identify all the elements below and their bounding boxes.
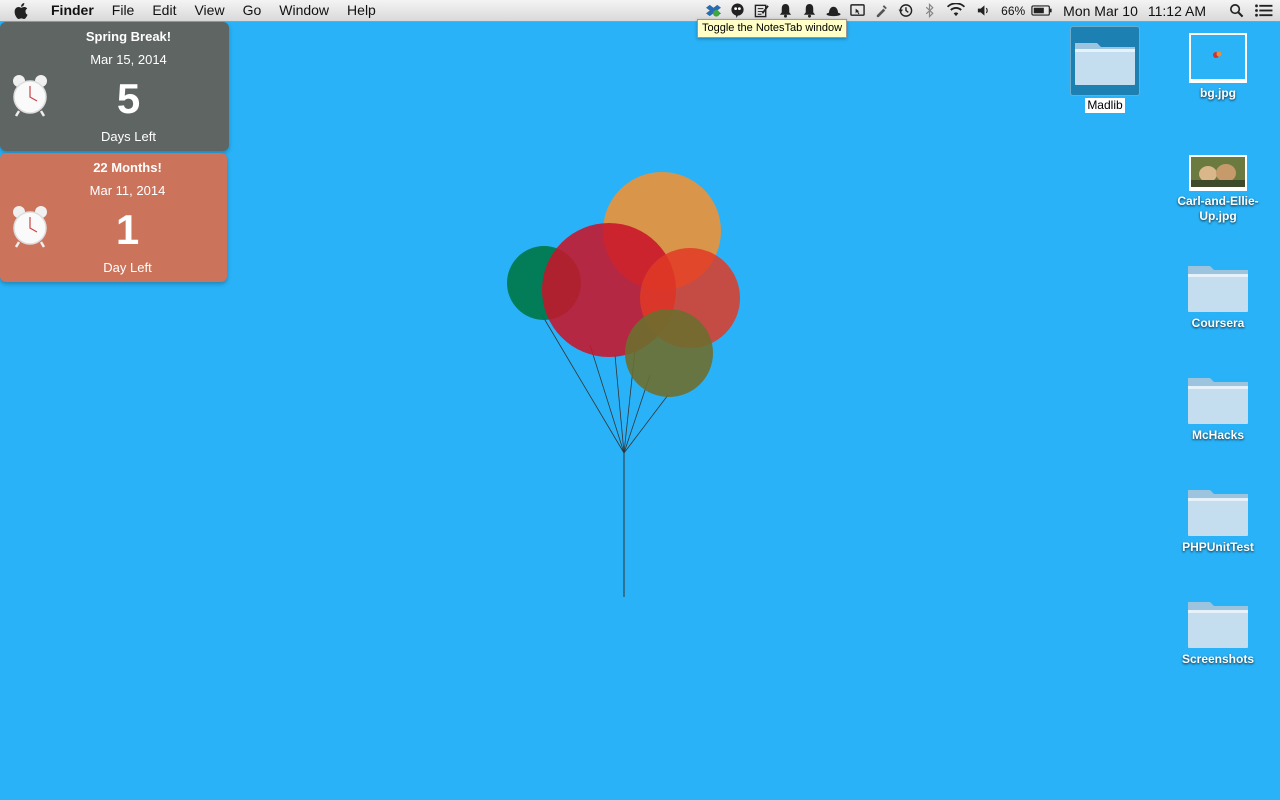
- folder-icon: [1188, 490, 1248, 536]
- image-file-icon: [1189, 155, 1247, 191]
- volume-icon[interactable]: [971, 0, 995, 21]
- desktop-icon-madlib[interactable]: Madlib: [1050, 26, 1160, 114]
- wifi-icon[interactable]: [941, 0, 971, 21]
- menu-edit[interactable]: Edit: [143, 0, 185, 21]
- widget-label: Days Left: [101, 129, 156, 144]
- widget-date: Mar 11, 2014: [89, 183, 166, 198]
- image-file-icon: [1189, 33, 1247, 83]
- folder-icon: [1075, 43, 1135, 85]
- apple-menu-icon[interactable]: [0, 2, 42, 19]
- bluetooth-icon[interactable]: [917, 0, 941, 21]
- balloon-olive: [625, 309, 713, 397]
- time-machine-icon[interactable]: [893, 0, 917, 21]
- screen-share-icon[interactable]: [845, 0, 869, 21]
- widget-label: Day Left: [103, 260, 152, 275]
- menu-file[interactable]: File: [103, 0, 144, 21]
- spotlight-icon[interactable]: [1224, 0, 1248, 21]
- menu-finder[interactable]: Finder: [42, 0, 103, 21]
- notestab-tooltip: Toggle the NotesTab window: [697, 19, 848, 38]
- desktop-icon-bg-jpg[interactable]: bg.jpg: [1163, 32, 1273, 102]
- clock-date: Mon Mar 10: [1063, 2, 1138, 19]
- icon-label: Screenshots: [1181, 652, 1255, 666]
- bell-icon-2[interactable]: [797, 0, 821, 21]
- desktop-icon-mchacks[interactable]: McHacks: [1163, 374, 1273, 444]
- widget-count: 1: [115, 206, 140, 253]
- menu-bar: Finder File Edit View Go Window Help 66%…: [0, 0, 1280, 22]
- notification-center-icon[interactable]: [1248, 0, 1280, 21]
- icon-label: Carl-and-Ellie-Up.jpg: [1177, 194, 1259, 223]
- battery-percent[interactable]: 66%: [1001, 4, 1025, 18]
- menu-go[interactable]: Go: [234, 0, 271, 21]
- desktop-icon-screenshots[interactable]: Screenshots: [1163, 598, 1273, 668]
- desktop-icon-coursera[interactable]: Coursera: [1163, 262, 1273, 332]
- notestab-icon[interactable]: [749, 0, 773, 21]
- clipboard-icon[interactable]: [869, 0, 893, 21]
- bowler-hat-icon[interactable]: [821, 0, 845, 21]
- folder-icon: [1188, 266, 1248, 312]
- balloons-wallpaper: [507, 172, 740, 597]
- icon-label: Madlib: [1085, 98, 1125, 113]
- countdown-widget-22-months[interactable]: 22 Months! Mar 11, 2014 1 Day Left: [0, 153, 227, 282]
- folder-icon: [1188, 602, 1248, 648]
- widget-count: 5: [116, 75, 141, 122]
- countdown-widget-spring-break[interactable]: Spring Break! Mar 15, 2014 5 Days Left: [0, 22, 229, 151]
- widget-date: Mar 15, 2014: [90, 52, 167, 67]
- widget-title: 22 Months!: [93, 160, 162, 175]
- evernote-icon[interactable]: [725, 0, 749, 21]
- icon-label: McHacks: [1191, 428, 1245, 442]
- icon-label: PHPUnitTest: [1182, 540, 1254, 554]
- menu-view[interactable]: View: [185, 0, 233, 21]
- icon-label: bg.jpg: [1200, 86, 1236, 100]
- dropbox-icon[interactable]: [701, 0, 725, 21]
- folder-icon: [1188, 378, 1248, 424]
- bell-icon[interactable]: [773, 0, 797, 21]
- menu-window[interactable]: Window: [270, 0, 338, 21]
- desktop-icon-carl-and-ellie[interactable]: Carl-and-Ellie-Up.jpg: [1163, 154, 1273, 225]
- widget-title: Spring Break!: [85, 29, 172, 44]
- battery-icon[interactable]: [1029, 0, 1055, 21]
- clock-time: 11:12 AM: [1147, 2, 1206, 19]
- desktop-icon-phpunittest[interactable]: PHPUnitTest: [1163, 486, 1273, 556]
- menu-clock[interactable]: Mon Mar 10 11:12 AM: [1063, 3, 1216, 19]
- icon-label: Coursera: [1191, 316, 1245, 330]
- menu-help[interactable]: Help: [338, 0, 385, 21]
